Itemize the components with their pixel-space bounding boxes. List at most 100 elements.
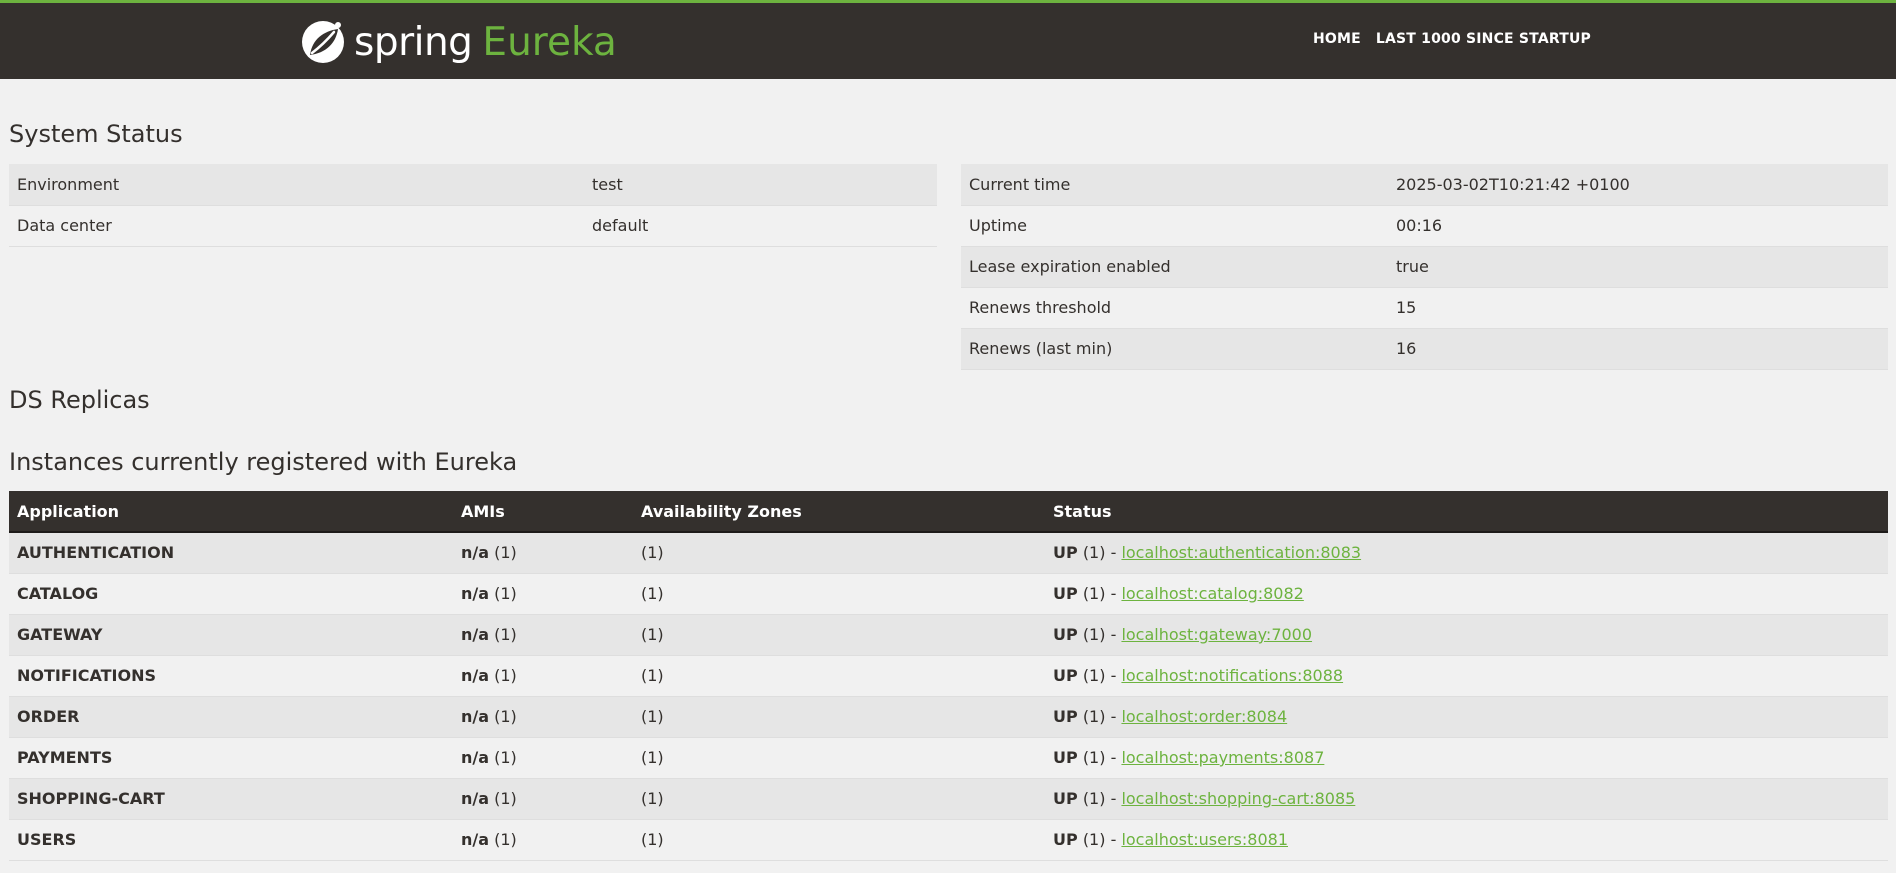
status-label: Renews threshold xyxy=(969,298,1112,317)
instance-row: GATEWAY n/a (1) (1) UP (1) - localhost:gate… xyxy=(9,614,1888,655)
system-status-right-table: Current time 2025-03-02T10:21:42 +0100 Upt… xyxy=(961,164,1888,370)
column-header-availability-zones: Availability Zones xyxy=(633,491,1045,533)
ami-value: n/a xyxy=(461,543,490,563)
instances-header-row: Application AMIs Availability Zones Stat… xyxy=(9,491,1888,533)
application-name: NOTIFICATIONS xyxy=(17,666,157,685)
application-name: ORDER xyxy=(17,707,80,726)
ami-cell: n/a (1) xyxy=(453,532,633,573)
ami-count: (1) xyxy=(494,748,517,767)
instance-row: CATALOG n/a (1) (1) UP (1) - localhost:cata… xyxy=(9,573,1888,614)
status-up: UP xyxy=(1053,584,1078,603)
status-cell: UP (1) - localhost:order:8084 xyxy=(1045,696,1888,737)
status-row: Lease expiration enabled true xyxy=(961,246,1888,287)
status-up: UP xyxy=(1053,830,1078,849)
status-label: Uptime xyxy=(969,216,1028,235)
ami-cell: n/a (1) xyxy=(453,573,633,614)
status-row: Uptime 00:16 xyxy=(961,205,1888,246)
ami-cell: n/a (1) xyxy=(453,778,633,819)
ami-value: n/a xyxy=(461,707,490,726)
instance-row: USERS n/a (1) (1) UP (1) - localhost:users:… xyxy=(9,819,1888,860)
instance-link[interactable]: localhost:authentication:8083 xyxy=(1121,543,1361,562)
ami-cell: n/a (1) xyxy=(453,655,633,696)
instance-link[interactable]: localhost:notifications:8088 xyxy=(1121,666,1343,685)
column-header-status: Status xyxy=(1045,491,1888,533)
ami-value: n/a xyxy=(461,666,490,685)
status-row: Current time 2025-03-02T10:21:42 +0100 xyxy=(961,164,1888,205)
ami-count: (1) xyxy=(494,666,517,685)
instance-row: AUTHENTICATION n/a (1) (1) UP (1) - localho… xyxy=(9,532,1888,573)
instance-link[interactable]: localhost:order:8084 xyxy=(1121,707,1287,726)
availability-zones-cell: (1) xyxy=(641,543,664,563)
nav-last-1000-link[interactable]: LAST 1000 SINCE STARTUP xyxy=(1376,31,1591,47)
status-count: (1) - xyxy=(1082,789,1117,808)
availability-zones-cell: (1) xyxy=(641,789,664,808)
ami-count: (1) xyxy=(494,543,517,563)
status-up: UP xyxy=(1053,543,1078,563)
instance-link[interactable]: localhost:gateway:7000 xyxy=(1121,625,1312,644)
ami-value: n/a xyxy=(461,625,490,644)
status-up: UP xyxy=(1053,666,1078,685)
application-name: GATEWAY xyxy=(17,625,103,644)
status-count: (1) - xyxy=(1082,830,1117,849)
application-name: AUTHENTICATION xyxy=(17,543,175,563)
status-cell: UP (1) - localhost:authentication:8083 xyxy=(1045,532,1888,573)
availability-zones-cell: (1) xyxy=(641,625,664,644)
status-up: UP xyxy=(1053,748,1078,767)
status-up: UP xyxy=(1053,789,1078,808)
brand-logo[interactable]: spring Eureka xyxy=(300,17,617,67)
status-row: Renews threshold 15 xyxy=(961,287,1888,328)
ami-cell: n/a (1) xyxy=(453,819,633,860)
availability-zones-cell: (1) xyxy=(641,666,664,685)
availability-zones-cell: (1) xyxy=(641,830,664,849)
main-nav: HOME LAST 1000 SINCE STARTUP xyxy=(1313,31,1591,47)
status-value: 16 xyxy=(1396,339,1417,358)
application-name: PAYMENTS xyxy=(17,748,113,767)
instance-link[interactable]: localhost:shopping-cart:8085 xyxy=(1121,789,1355,808)
instance-link[interactable]: localhost:catalog:8082 xyxy=(1121,584,1303,603)
status-cell: UP (1) - localhost:users:8081 xyxy=(1045,819,1888,860)
ami-value: n/a xyxy=(461,584,490,603)
ami-count: (1) xyxy=(494,625,517,644)
availability-zones-cell: (1) xyxy=(641,707,664,726)
instance-link[interactable]: localhost:payments:8087 xyxy=(1121,748,1324,767)
ami-cell: n/a (1) xyxy=(453,696,633,737)
column-header-application: Application xyxy=(9,491,453,533)
status-label: Environment xyxy=(17,174,120,194)
ami-value: n/a xyxy=(461,830,490,849)
status-label: Renews (last min) xyxy=(969,339,1113,358)
application-name: SHOPPING-CART xyxy=(17,789,165,808)
status-value: true xyxy=(1396,257,1429,276)
status-up: UP xyxy=(1053,707,1078,726)
status-row: Data center default xyxy=(9,205,937,246)
status-count: (1) - xyxy=(1082,707,1117,726)
system-status-heading: System Status xyxy=(9,120,183,148)
status-value: test xyxy=(592,174,623,194)
status-count: (1) - xyxy=(1082,543,1117,563)
application-name: USERS xyxy=(17,830,77,849)
instance-row: ORDER n/a (1) (1) UP (1) - localhost:order:… xyxy=(9,696,1888,737)
ami-cell: n/a (1) xyxy=(453,737,633,778)
spring-leaf-icon xyxy=(302,21,344,63)
status-up: UP xyxy=(1053,625,1078,644)
brand-eureka-text: Eureka xyxy=(482,19,617,65)
instance-link[interactable]: localhost:users:8081 xyxy=(1121,830,1288,849)
availability-zones-cell: (1) xyxy=(641,584,664,603)
column-header-amis: AMIs xyxy=(453,491,633,533)
status-value: 00:16 xyxy=(1396,216,1443,235)
ami-count: (1) xyxy=(494,830,517,849)
status-count: (1) - xyxy=(1082,625,1117,644)
status-row: Renews (last min) 16 xyxy=(961,328,1888,369)
nav-home-link[interactable]: HOME xyxy=(1313,31,1361,47)
system-status-left-table: Environment test Data center default xyxy=(9,164,937,247)
instances-heading: Instances currently registered with Eure… xyxy=(9,448,518,476)
instance-row: NOTIFICATIONS n/a (1) (1) UP (1) - localhos… xyxy=(9,655,1888,696)
status-cell: UP (1) - localhost:payments:8087 xyxy=(1045,737,1888,778)
status-label: Lease expiration enabled xyxy=(969,257,1171,276)
status-cell: UP (1) - localhost:shopping-cart:8085 xyxy=(1045,778,1888,819)
ami-count: (1) xyxy=(494,707,517,726)
status-count: (1) - xyxy=(1082,748,1117,767)
status-label: Current time xyxy=(969,174,1071,194)
status-value: 2025-03-02T10:21:42 +0100 xyxy=(1396,174,1630,194)
status-cell: UP (1) - localhost:notifications:8088 xyxy=(1045,655,1888,696)
status-label: Data center xyxy=(17,216,112,235)
